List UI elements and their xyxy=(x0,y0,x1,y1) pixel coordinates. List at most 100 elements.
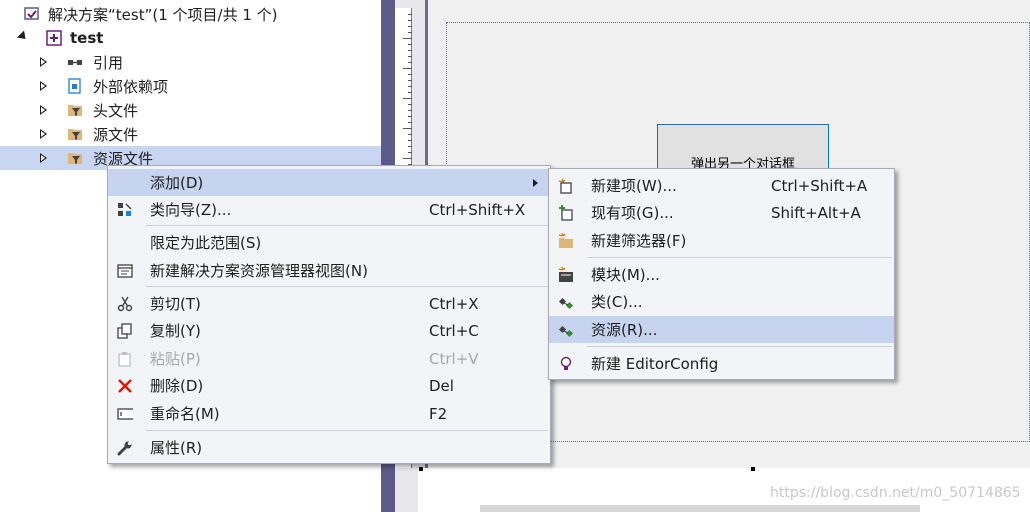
collapsed-arrow-icon[interactable] xyxy=(40,153,47,163)
module-icon xyxy=(558,267,574,283)
menu-item-scope-to-this[interactable]: 限定为此范围(S) xyxy=(108,229,550,256)
ruler-tick xyxy=(403,38,412,39)
collapsed-arrow-icon[interactable] xyxy=(40,81,47,91)
ruler-tick xyxy=(408,110,412,111)
ruler-tick xyxy=(408,32,412,33)
submenu-item-resource[interactable]: 资源(R)... xyxy=(549,316,894,343)
menu-item-shortcut: Ctrl+X xyxy=(429,294,479,313)
ruler-tick xyxy=(408,122,412,123)
ruler-tick xyxy=(408,26,412,27)
menu-item-add[interactable]: 添加(D) xyxy=(108,169,550,196)
tree-node-label: 源文件 xyxy=(93,125,139,144)
resource-icon xyxy=(558,322,574,338)
wrench-icon xyxy=(117,440,133,456)
solution-label: 解决方案“test”(1 个项目/共 1 个) xyxy=(48,5,278,24)
ruler-tick xyxy=(403,68,412,69)
menu-item-label: 资源(R)... xyxy=(591,321,658,339)
ruler-tick xyxy=(408,104,412,105)
collapsed-arrow-icon[interactable] xyxy=(40,57,47,67)
menu-item-rename[interactable]: 重命名(M) F2 xyxy=(108,400,550,427)
menu-item-shortcut: F2 xyxy=(429,404,448,423)
collapsed-arrow-icon[interactable] xyxy=(40,129,47,139)
ruler-tick xyxy=(408,116,412,117)
add-submenu: 新建项(W)... Ctrl+Shift+A 现有项(G)... Shift+A… xyxy=(548,168,895,380)
menu-item-label: 新建解决方案资源管理器视图(N) xyxy=(150,262,368,280)
tree-node-label: 引用 xyxy=(93,53,124,72)
tree-node-label: 头文件 xyxy=(93,101,139,120)
tree-node-label: 外部依赖项 xyxy=(93,77,169,96)
menu-item-label: 新建项(W)... xyxy=(591,177,677,195)
project-label: test xyxy=(70,29,104,47)
menu-item-label: 类向导(Z)... xyxy=(150,201,232,219)
menu-item-shortcut: Shift+Alt+A xyxy=(771,203,861,222)
ruler-tick xyxy=(408,74,412,75)
menu-separator xyxy=(146,430,548,431)
new-item-icon xyxy=(558,178,574,194)
context-menu: 添加(D) 类向导(Z)... Ctrl+Shift+X 限定为此范围(S) 新… xyxy=(107,165,551,464)
solution-node[interactable]: 解决方案“test”(1 个项目/共 1 个) xyxy=(0,2,381,26)
menu-item-new-explorer-view[interactable]: 新建解决方案资源管理器视图(N) xyxy=(108,257,550,284)
menu-separator xyxy=(587,257,892,258)
menu-item-label: 剪切(T) xyxy=(150,295,201,313)
folder-filter-icon xyxy=(67,102,83,118)
resize-handle[interactable] xyxy=(419,467,423,471)
menu-item-shortcut: Ctrl+C xyxy=(429,321,479,340)
menu-item-label: 重命名(M) xyxy=(150,405,220,423)
class-wizard-icon xyxy=(117,202,133,218)
tree-node-header-files[interactable]: 头文件 xyxy=(0,98,381,122)
submenu-item-new-filter[interactable]: 新建筛选器(F) xyxy=(549,227,894,254)
menu-item-label: 新建 EditorConfig xyxy=(591,355,719,373)
menu-item-paste: 粘贴(P) Ctrl+V xyxy=(108,345,550,372)
existing-item-icon xyxy=(558,205,574,221)
collapsed-arrow-icon[interactable] xyxy=(40,105,47,115)
project-node[interactable]: test xyxy=(0,26,381,50)
menu-item-shortcut: Del xyxy=(429,376,454,395)
ruler-tick xyxy=(408,146,412,147)
new-view-icon xyxy=(117,263,133,279)
submenu-item-new-editorconfig[interactable]: 新建 EditorConfig xyxy=(549,350,894,377)
ruler-tick xyxy=(408,80,412,81)
ruler-tick xyxy=(408,20,412,21)
ruler-tick xyxy=(408,140,412,141)
resize-handle[interactable] xyxy=(751,467,755,471)
horizontal-scrollbar[interactable] xyxy=(480,505,920,512)
menu-item-class-wizard[interactable]: 类向导(Z)... Ctrl+Shift+X xyxy=(108,196,550,223)
submenu-item-module[interactable]: 模块(M)... xyxy=(549,261,894,288)
ruler-tick xyxy=(408,134,412,135)
menu-item-label: 复制(Y) xyxy=(150,322,201,340)
menu-item-copy[interactable]: 复制(Y) Ctrl+C xyxy=(108,317,550,344)
expand-arrow-icon[interactable] xyxy=(16,30,30,43)
menu-item-label: 删除(D) xyxy=(150,377,204,395)
ruler-tick xyxy=(403,98,412,99)
tree-node-external-dependencies[interactable]: 外部依赖项 xyxy=(0,74,381,98)
ruler-tick xyxy=(408,50,412,51)
solution-icon xyxy=(24,6,40,22)
menu-separator xyxy=(587,346,892,347)
menu-item-properties[interactable]: 属性(R) xyxy=(108,434,550,461)
menu-item-label: 现有项(G)... xyxy=(591,204,674,222)
submenu-item-existing-item[interactable]: 现有项(G)... Shift+Alt+A xyxy=(549,199,894,226)
references-icon xyxy=(67,54,83,70)
folder-filter-icon xyxy=(67,150,83,166)
folder-filter-icon xyxy=(67,126,83,142)
menu-item-shortcut: Ctrl+Shift+A xyxy=(771,176,868,195)
menu-item-label: 新建筛选器(F) xyxy=(591,232,687,250)
class-icon xyxy=(558,294,574,310)
menu-item-label: 属性(R) xyxy=(150,439,203,457)
ruler-tick xyxy=(408,152,412,153)
ruler-tick xyxy=(408,92,412,93)
scissors-icon xyxy=(117,296,133,312)
submenu-item-new-item[interactable]: 新建项(W)... Ctrl+Shift+A xyxy=(549,172,894,199)
menu-item-delete[interactable]: 删除(D) Del xyxy=(108,372,550,399)
new-filter-icon xyxy=(558,233,574,249)
submenu-arrow-icon xyxy=(533,179,538,187)
tree-node-references[interactable]: 引用 xyxy=(0,50,381,74)
rename-icon xyxy=(117,406,133,422)
ruler-tick xyxy=(403,158,412,159)
copy-icon xyxy=(117,323,133,339)
menu-item-label: 类(C)... xyxy=(591,293,643,311)
tree-node-source-files[interactable]: 源文件 xyxy=(0,122,381,146)
submenu-item-class[interactable]: 类(C)... xyxy=(549,288,894,315)
menu-item-cut[interactable]: 剪切(T) Ctrl+X xyxy=(108,290,550,317)
menu-separator xyxy=(146,286,548,287)
